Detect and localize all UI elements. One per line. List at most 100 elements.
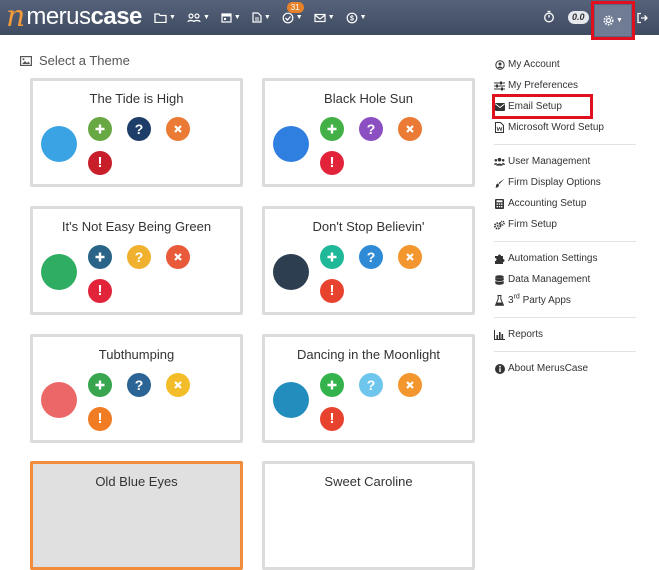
theme-card[interactable]: The Tide is High?! bbox=[30, 78, 243, 187]
tasks-menu[interactable]: 31 ▼ bbox=[282, 0, 304, 35]
chevron-down-icon: ▼ bbox=[263, 14, 271, 21]
theme-title: Old Blue Eyes bbox=[95, 474, 178, 489]
exclamation-icon: ! bbox=[88, 151, 112, 175]
question-icon: ? bbox=[127, 245, 151, 269]
nav-menu-icons: ▼ ▼ ▼ ▼ 31 ▼ ▼ $ ▼ bbox=[154, 0, 378, 35]
theme-color-swatch bbox=[273, 254, 309, 290]
cases-menu[interactable]: ▼ bbox=[154, 0, 176, 35]
menu-item-label: Email Setup bbox=[508, 101, 562, 112]
question-icon: ? bbox=[127, 373, 151, 397]
documents-menu[interactable]: ▼ bbox=[252, 0, 271, 35]
menu-item-automation-settings[interactable]: Automation Settings bbox=[494, 248, 636, 269]
users-icon bbox=[494, 156, 505, 167]
sign-out-icon bbox=[637, 12, 648, 24]
contacts-menu[interactable]: ▼ bbox=[187, 0, 210, 35]
billing-menu[interactable]: $ ▼ bbox=[346, 0, 367, 35]
question-icon: ? bbox=[359, 245, 383, 269]
menu-divider bbox=[494, 144, 636, 145]
menu-divider bbox=[494, 317, 636, 318]
exclamation-icon: ! bbox=[320, 151, 344, 175]
word-file-icon bbox=[494, 122, 505, 133]
theme-title: It's Not Easy Being Green bbox=[61, 219, 212, 234]
chevron-down-icon: ▼ bbox=[327, 14, 335, 21]
menu-item-label: Firm Display Options bbox=[508, 177, 601, 188]
menu-divider bbox=[494, 351, 636, 352]
user-circle-icon bbox=[494, 59, 505, 70]
menu-item-label: Accounting Setup bbox=[508, 198, 587, 209]
theme-card[interactable]: It's Not Easy Being Green?! bbox=[30, 206, 243, 315]
question-icon: ? bbox=[127, 117, 151, 141]
menu-item-reports[interactable]: Reports bbox=[494, 324, 636, 345]
menu-item-party-apps[interactable]: 3rd Party Apps bbox=[494, 290, 636, 311]
theme-color-swatch bbox=[41, 254, 77, 290]
settings-dropdown-menu: My Account My Preferences Email Setup Micro… bbox=[492, 54, 636, 379]
close-icon bbox=[166, 117, 190, 141]
exclamation-icon: ! bbox=[320, 407, 344, 431]
section-title-text: Select a Theme bbox=[39, 53, 130, 68]
select-theme-heading: Select a Theme bbox=[20, 53, 130, 68]
menu-item-my-preferences[interactable]: My Preferences bbox=[494, 75, 636, 96]
stopwatch-icon bbox=[544, 10, 554, 23]
calendar-menu[interactable]: ▼ bbox=[221, 0, 241, 35]
svg-text:$: $ bbox=[350, 15, 354, 22]
theme-title: Tubthumping bbox=[98, 347, 175, 362]
meruscase-logo[interactable]: n meruscase bbox=[6, 0, 142, 34]
chevron-down-icon: ▼ bbox=[202, 14, 210, 21]
menu-item-my-account[interactable]: My Account bbox=[494, 54, 636, 75]
question-icon: ? bbox=[359, 117, 383, 141]
timer-button[interactable] bbox=[543, 10, 555, 28]
menu-item-data-management[interactable]: Data Management bbox=[494, 269, 636, 290]
menu-item-label: 3rd Party Apps bbox=[508, 293, 571, 306]
chevron-down-icon: ▼ bbox=[359, 14, 367, 21]
document-icon bbox=[252, 12, 262, 23]
menu-item-email-setup[interactable]: Email Setup bbox=[492, 94, 593, 119]
sliders-icon bbox=[494, 80, 505, 91]
menu-item-accounting-setup[interactable]: Accounting Setup bbox=[494, 193, 636, 214]
bar-chart-icon bbox=[494, 329, 505, 340]
exclamation-icon: ! bbox=[88, 407, 112, 431]
hours-counter[interactable]: 0.0 bbox=[568, 11, 589, 24]
menu-item-label: About MerusCase bbox=[508, 363, 589, 374]
theme-card[interactable]: Dancing in the Moonlight?! bbox=[262, 334, 475, 443]
logo-mark: n bbox=[6, 0, 26, 34]
gear-icon bbox=[603, 15, 614, 26]
theme-title: Dancing in the Moonlight bbox=[296, 347, 441, 362]
menu-item-firm-setup[interactable]: Firm Setup bbox=[494, 214, 636, 235]
menu-item-microsoft-word-setup[interactable]: Microsoft Word Setup bbox=[494, 117, 636, 138]
theme-title: The Tide is High bbox=[89, 91, 184, 106]
question-icon: ? bbox=[359, 373, 383, 397]
menu-item-label: My Account bbox=[508, 59, 560, 70]
messages-menu[interactable]: ▼ bbox=[314, 0, 335, 35]
users-icon bbox=[187, 12, 201, 22]
chevron-down-icon: ▼ bbox=[616, 17, 623, 24]
theme-card[interactable]: Tubthumping?! bbox=[30, 334, 243, 443]
tasks-icon bbox=[282, 12, 294, 23]
cogs-icon bbox=[494, 219, 505, 230]
picture-icon bbox=[20, 55, 32, 66]
add-icon bbox=[320, 117, 344, 141]
theme-card[interactable]: Sweet Caroline bbox=[262, 461, 475, 570]
add-icon bbox=[88, 245, 112, 269]
tasks-count-badge: 31 bbox=[286, 2, 304, 13]
theme-color-swatch bbox=[273, 382, 309, 418]
close-icon bbox=[398, 117, 422, 141]
add-icon bbox=[88, 117, 112, 141]
theme-title: Black Hole Sun bbox=[324, 91, 413, 106]
menu-item-about-meruscase[interactable]: About MerusCase bbox=[494, 358, 636, 379]
chevron-down-icon: ▼ bbox=[233, 14, 241, 21]
theme-card[interactable]: Black Hole Sun?! bbox=[262, 78, 475, 187]
close-icon bbox=[166, 245, 190, 269]
menu-item-label: Microsoft Word Setup bbox=[508, 122, 604, 133]
menu-item-label: Automation Settings bbox=[508, 253, 598, 264]
theme-card[interactable]: Don't Stop Believin'?! bbox=[262, 206, 475, 315]
database-icon bbox=[494, 274, 505, 285]
theme-title: Sweet Caroline bbox=[324, 474, 413, 489]
settings-menu-button[interactable]: ▼ bbox=[591, 1, 635, 40]
theme-card[interactable]: Old Blue Eyes bbox=[30, 461, 243, 570]
menu-divider bbox=[494, 241, 636, 242]
logout-button[interactable] bbox=[636, 11, 648, 29]
menu-item-user-management[interactable]: User Management bbox=[494, 151, 636, 172]
calculator-icon bbox=[494, 198, 505, 209]
folder-icon bbox=[154, 12, 167, 23]
menu-item-firm-display-options[interactable]: Firm Display Options bbox=[494, 172, 636, 193]
